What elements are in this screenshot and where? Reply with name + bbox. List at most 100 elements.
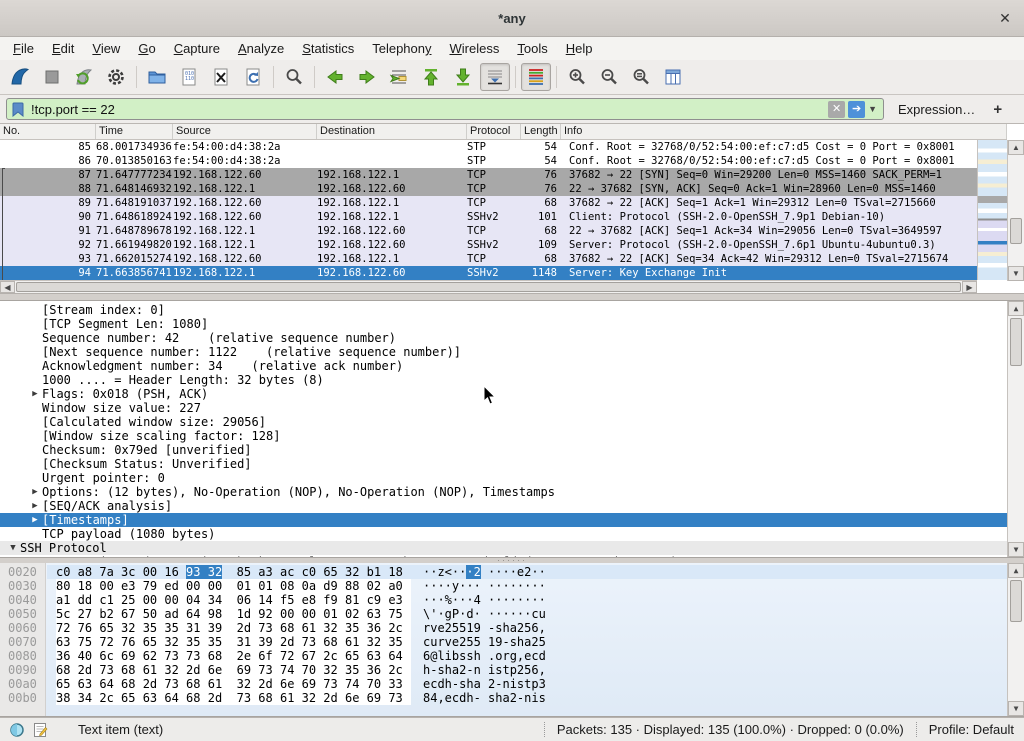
- go-to-packet-button[interactable]: [384, 63, 414, 91]
- packet-row-85[interactable]: 8568.001734936fe:54:00:d4:38:2aSTP54Conf…: [0, 140, 977, 154]
- detail-line[interactable]: ▶Options: (12 bytes), No-Operation (NOP)…: [0, 485, 1007, 499]
- ascii-bytes[interactable]: h-sha2-n istp256,: [423, 663, 546, 677]
- packet-row-91[interactable]: 9171.648789678192.168.122.1192.168.122.6…: [0, 224, 977, 238]
- packet-list-hscrollbar[interactable]: ◀ ▶: [0, 280, 977, 293]
- hex-bytes[interactable]: c0 a8 7a 3c 00 16 93 32 85 a3 ac c0 65 3…: [56, 565, 411, 579]
- detail-line[interactable]: [TCP Segment Len: 1080]: [0, 317, 1007, 331]
- ascii-bytes[interactable]: curve255 19-sha25: [423, 635, 546, 649]
- display-filter-input[interactable]: !tcp.port == 22 ✕ ➔ ▼: [6, 98, 884, 120]
- ascii-bytes[interactable]: 84,ecdh- sha2-nis: [423, 691, 546, 705]
- packet-row-90[interactable]: 9071.648618924192.168.122.60192.168.122.…: [0, 210, 977, 224]
- bookmark-icon[interactable]: [12, 102, 26, 117]
- status-profile[interactable]: Profile: Default: [916, 722, 1024, 737]
- detail-line[interactable]: [Stream index: 0]: [0, 303, 1007, 317]
- packet-row-88[interactable]: 8871.648146932192.168.122.1192.168.122.6…: [0, 182, 977, 196]
- packet-row-94[interactable]: 9471.663856741192.168.122.1192.168.122.6…: [0, 266, 977, 280]
- detail-line[interactable]: [Checksum Status: Unverified]: [0, 457, 1007, 471]
- column-header-protocol[interactable]: Protocol: [467, 124, 521, 139]
- detail-line[interactable]: Window size value: 227: [0, 401, 1007, 415]
- detail-line[interactable]: ▶Flags: 0x018 (PSH, ACK): [0, 387, 1007, 401]
- detail-line[interactable]: [Calculated window size: 29056]: [0, 415, 1007, 429]
- detail-line[interactable]: Checksum: 0x79ed [unverified]: [0, 443, 1007, 457]
- go-last-button[interactable]: [448, 63, 478, 91]
- hex-bytes[interactable]: 68 2d 73 68 61 32 2d 6e 69 73 74 70 32 3…: [56, 663, 411, 677]
- close-file-button[interactable]: [206, 63, 236, 91]
- hex-row-00a0[interactable]: 00a065 63 64 68 2d 73 68 61 32 2d 6e 69 …: [0, 677, 1007, 691]
- save-file-button[interactable]: 010110: [174, 63, 204, 91]
- expander-closed-icon[interactable]: ▶: [28, 513, 42, 527]
- restart-capture-button[interactable]: [69, 63, 99, 91]
- intelligent-scrollbar-minimap[interactable]: [977, 140, 1007, 280]
- packet-row-93[interactable]: 9371.662015274192.168.122.60192.168.122.…: [0, 252, 977, 266]
- start-capture-button[interactable]: [5, 63, 35, 91]
- add-filter-button[interactable]: +: [993, 101, 1002, 118]
- scroll-thumb[interactable]: [16, 282, 961, 292]
- detail-line[interactable]: Urgent pointer: 0: [0, 471, 1007, 485]
- go-back-button[interactable]: [320, 63, 350, 91]
- hex-row-0050[interactable]: 00505c 27 b2 67 50 ad 64 98 1d 92 00 00 …: [0, 607, 1007, 621]
- expander-closed-icon[interactable]: ▶: [28, 485, 42, 499]
- stop-capture-button[interactable]: [37, 63, 67, 91]
- scroll-up-arrow[interactable]: ▲: [1008, 140, 1024, 155]
- menu-analyze[interactable]: Analyze: [229, 39, 293, 58]
- expression-button[interactable]: Expression…: [898, 102, 975, 117]
- ascii-bytes[interactable]: ··z<···2 ····e2··: [423, 565, 546, 579]
- menu-wireless[interactable]: Wireless: [441, 39, 509, 58]
- zoom-original-button[interactable]: [626, 63, 656, 91]
- hex-bytes[interactable]: 72 76 65 32 35 35 31 39 2d 73 68 61 32 3…: [56, 621, 411, 635]
- scroll-thumb[interactable]: [1010, 218, 1022, 244]
- close-window-button[interactable]: ✕: [996, 9, 1014, 27]
- open-file-button[interactable]: [142, 63, 172, 91]
- filter-text[interactable]: !tcp.port == 22: [31, 102, 825, 117]
- packet-list-vscrollbar[interactable]: ▲ ▼: [1007, 140, 1024, 281]
- menu-telephony[interactable]: Telephony: [363, 39, 440, 58]
- zoom-out-button[interactable]: [594, 63, 624, 91]
- ascii-bytes[interactable]: ····y··· ········: [423, 579, 546, 593]
- column-header-info[interactable]: Info: [561, 124, 1007, 139]
- column-header-length[interactable]: Length: [521, 124, 561, 139]
- ascii-bytes[interactable]: \'·gP·d· ······cu: [423, 607, 546, 621]
- go-first-button[interactable]: [416, 63, 446, 91]
- hex-row-00b0[interactable]: 00b038 34 2c 65 63 64 68 2d 73 68 61 32 …: [0, 691, 1007, 705]
- capture-options-button[interactable]: [101, 63, 131, 91]
- go-forward-button[interactable]: [352, 63, 382, 91]
- hex-bytes[interactable]: 63 75 72 76 65 32 35 35 31 39 2d 73 68 6…: [56, 635, 411, 649]
- scroll-down-arrow[interactable]: ▼: [1008, 542, 1024, 557]
- ascii-bytes[interactable]: ···%···4 ········: [423, 593, 546, 607]
- colorize-button[interactable]: [521, 63, 551, 91]
- hex-bytes[interactable]: 5c 27 b2 67 50 ad 64 98 1d 92 00 00 01 0…: [56, 607, 411, 621]
- ascii-bytes[interactable]: ecdh-sha 2-nistp3: [423, 677, 546, 691]
- scroll-left-arrow[interactable]: ◀: [0, 281, 15, 293]
- menu-tools[interactable]: Tools: [508, 39, 556, 58]
- detail-line[interactable]: Acknowledgment number: 34 (relative ack …: [0, 359, 1007, 373]
- filter-clear-button[interactable]: ✕: [828, 101, 845, 118]
- detail-line[interactable]: Sequence number: 42 (relative sequence n…: [0, 331, 1007, 345]
- hex-bytes[interactable]: 80 18 00 e3 79 ed 00 00 01 01 08 0a d9 8…: [56, 579, 411, 593]
- menu-file[interactable]: File: [4, 39, 43, 58]
- column-header-no[interactable]: No.: [0, 124, 96, 139]
- packet-row-86[interactable]: 8670.013850163fe:54:00:d4:38:2aSTP54Conf…: [0, 154, 977, 168]
- reload-file-button[interactable]: [238, 63, 268, 91]
- menu-statistics[interactable]: Statistics: [293, 39, 363, 58]
- hex-bytes[interactable]: 65 63 64 68 2d 73 68 61 32 2d 6e 69 73 7…: [56, 677, 411, 691]
- hex-row-0020[interactable]: 0020c0 a8 7a 3c 00 16 93 32 85 a3 ac c0 …: [0, 565, 1007, 579]
- detail-line[interactable]: [Window size scaling factor: 128]: [0, 429, 1007, 443]
- auto-scroll-button[interactable]: [480, 63, 510, 91]
- scroll-up-arrow[interactable]: ▲: [1008, 563, 1024, 578]
- hex-bytes[interactable]: 38 34 2c 65 63 64 68 2d 73 68 61 32 2d 6…: [56, 691, 411, 705]
- column-header-destination[interactable]: Destination: [317, 124, 467, 139]
- packet-row-92[interactable]: 9271.661949820192.168.122.1192.168.122.6…: [0, 238, 977, 252]
- capture-comment-icon[interactable]: [33, 722, 48, 738]
- hex-bytes[interactable]: a1 dd c1 25 00 00 04 34 06 14 f5 e8 f9 8…: [56, 593, 411, 607]
- hex-row-0060[interactable]: 006072 76 65 32 35 35 31 39 2d 73 68 61 …: [0, 621, 1007, 635]
- hex-row-0070[interactable]: 007063 75 72 76 65 32 35 35 31 39 2d 73 …: [0, 635, 1007, 649]
- packet-row-87[interactable]: 8771.647777234192.168.122.60192.168.122.…: [0, 168, 977, 182]
- scroll-down-arrow[interactable]: ▼: [1008, 701, 1024, 716]
- ascii-bytes[interactable]: 6@libssh .org,ecd: [423, 649, 546, 663]
- expert-info-icon[interactable]: [9, 722, 25, 738]
- detail-line[interactable]: ▶[SEQ/ACK analysis]: [0, 499, 1007, 513]
- hex-row-0030[interactable]: 003080 18 00 e3 79 ed 00 00 01 01 08 0a …: [0, 579, 1007, 593]
- filter-apply-button[interactable]: ➔: [848, 101, 865, 118]
- detail-line[interactable]: ▶[Timestamps]: [0, 513, 1007, 527]
- menu-view[interactable]: View: [83, 39, 129, 58]
